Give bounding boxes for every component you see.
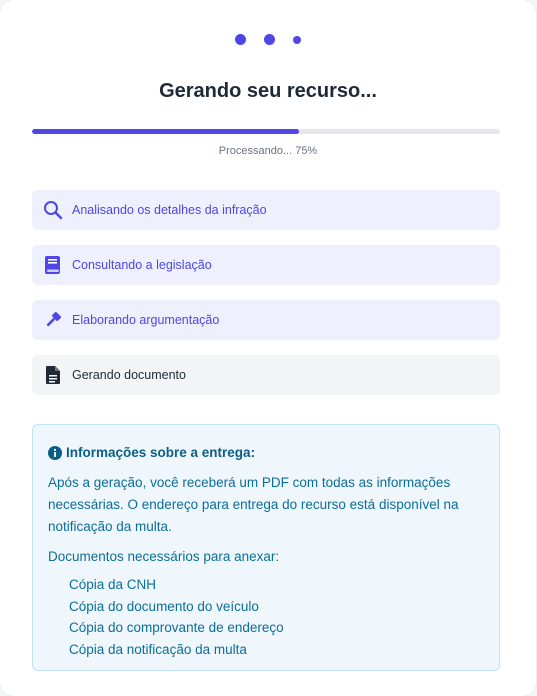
list-item: Cópia do comprovante de endereço xyxy=(69,620,284,635)
step-analyzing: Analisando os detalhes da infração xyxy=(32,190,500,230)
docs-list: Cópia da CNH Cópia do documento do veícu… xyxy=(48,574,484,660)
progress-label: Processando... 75% xyxy=(218,145,318,157)
info-icon xyxy=(48,446,62,460)
step-label: Elaborando argumentação xyxy=(72,313,220,327)
loading-dots xyxy=(0,34,536,45)
book-icon xyxy=(42,254,64,276)
loading-dot xyxy=(293,35,301,44)
info-title-text: Informações sobre a entrega: xyxy=(66,445,256,460)
info-title: Informações sobre a entrega: xyxy=(48,442,484,464)
list-item: Cópia da notificação da multa xyxy=(69,641,247,657)
step-list: Analisando os detalhes da infração Consu… xyxy=(32,190,500,410)
step-label: Gerando documento xyxy=(72,368,186,382)
progress-bar xyxy=(32,129,500,134)
list-item: Cópia do documento do veículo xyxy=(69,598,259,614)
loading-dot xyxy=(235,34,246,45)
document-icon xyxy=(42,364,64,386)
step-generating: Gerando documento xyxy=(32,355,500,395)
progress-fill xyxy=(32,129,299,134)
docs-title: Documentos necessários para anexar: xyxy=(48,549,280,564)
info-body: Após a geração, você receberá um PDF com… xyxy=(48,475,459,534)
page-title: Gerando seu recurso... xyxy=(159,80,377,102)
step-consulting: Consultando a legislação xyxy=(32,245,500,285)
search-icon xyxy=(42,199,64,221)
gavel-icon xyxy=(42,309,64,331)
step-label: Analisando os detalhes da infração xyxy=(72,203,267,217)
step-arguing: Elaborando argumentação xyxy=(32,300,500,340)
generation-card: Gerando seu recurso... Processando... 75… xyxy=(0,0,536,696)
delivery-info-box: Informações sobre a entrega: Após a gera… xyxy=(32,424,500,671)
list-item: Cópia da CNH xyxy=(69,577,157,592)
loading-dot xyxy=(264,34,275,45)
step-label: Consultando a legislação xyxy=(72,258,212,272)
